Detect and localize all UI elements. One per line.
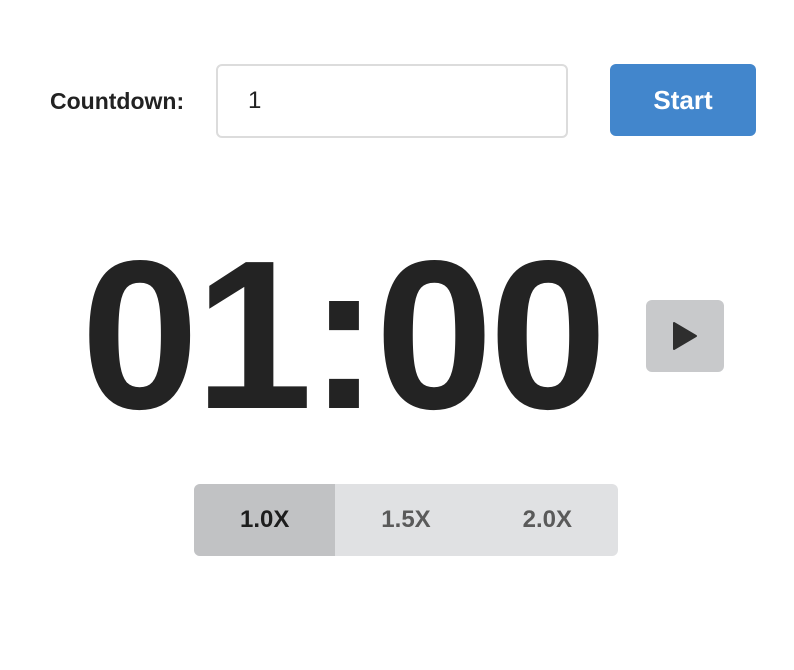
play-button[interactable] [646, 300, 724, 372]
speed-option-2x[interactable]: 2.0X [477, 484, 618, 556]
play-icon [672, 321, 698, 351]
countdown-input[interactable] [216, 64, 568, 138]
speed-option-1-5x[interactable]: 1.5X [335, 484, 476, 556]
speed-option-1x[interactable]: 1.0X [194, 484, 336, 556]
start-button[interactable]: Start [610, 64, 756, 136]
countdown-label: Countdown: [50, 88, 185, 114]
speed-selector: 1.0X 1.5X 2.0X [194, 484, 618, 556]
timer-display: 01:00 [80, 216, 607, 453]
